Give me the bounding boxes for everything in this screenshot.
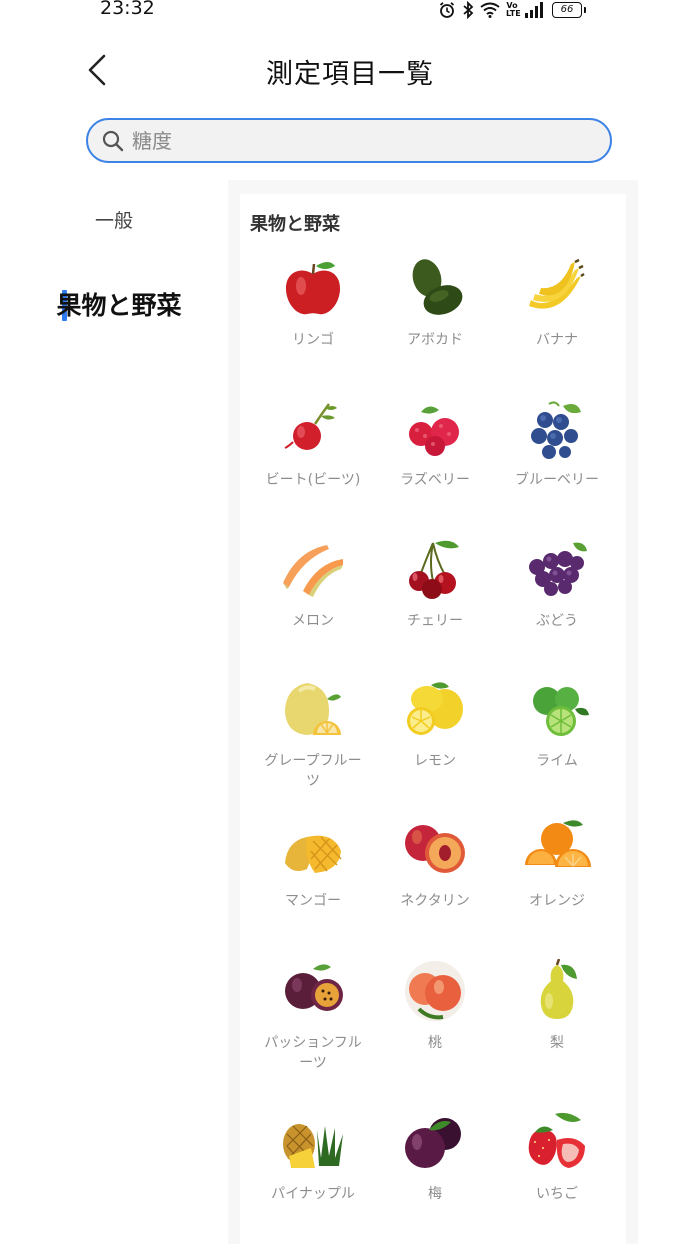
item-label: パイナップル bbox=[271, 1186, 355, 1202]
lime-icon bbox=[533, 687, 589, 736]
grid-item-grapefruit[interactable]: グレープフルーツ bbox=[252, 677, 374, 791]
banana-icon bbox=[529, 258, 585, 309]
grid-item-plum[interactable]: 梅 bbox=[374, 1110, 496, 1204]
grid-item-banana[interactable]: バナナ bbox=[496, 256, 618, 350]
grid-item-orange[interactable]: オレンジ bbox=[496, 817, 618, 911]
orange-icon bbox=[525, 820, 591, 867]
item-label: 梅 bbox=[428, 1186, 442, 1202]
grid-item-grape[interactable]: ぶどう bbox=[496, 537, 618, 631]
grid-item-avocado[interactable]: アボカド bbox=[374, 256, 496, 350]
passion-fruit-icon bbox=[285, 964, 343, 1011]
grid-item-lime[interactable]: ライム bbox=[496, 677, 618, 771]
item-label: ぶどう bbox=[536, 613, 578, 629]
avocado-icon bbox=[412, 259, 463, 315]
raspberry-icon bbox=[409, 406, 459, 456]
pear-icon bbox=[540, 959, 577, 1019]
battery-icon: 66 bbox=[552, 2, 586, 18]
category-item-general[interactable]: 一般 bbox=[0, 206, 228, 233]
item-label: チェリー bbox=[407, 613, 463, 629]
item-label: 梨 bbox=[550, 1035, 564, 1051]
item-label: メロン bbox=[292, 613, 334, 629]
content-panel: 果物と野菜 リンゴ アボカド バナナ ビート(ビーツ) ラズベリー ブルーベリー… bbox=[228, 180, 638, 1254]
status-time: 23:32 bbox=[100, 0, 155, 19]
grid-item-pear[interactable]: 梨 bbox=[496, 959, 618, 1053]
item-label: オレンジ bbox=[529, 893, 585, 909]
mango-icon bbox=[285, 835, 342, 873]
search-bar[interactable] bbox=[86, 118, 612, 163]
peach-icon bbox=[405, 961, 465, 1021]
item-label: レモン bbox=[414, 753, 456, 769]
item-label: ライム bbox=[536, 753, 578, 769]
item-label: リンゴ bbox=[292, 332, 334, 348]
item-label: アボカド bbox=[407, 332, 463, 348]
strawberry-icon bbox=[528, 1112, 585, 1168]
bluetooth-icon bbox=[463, 1, 474, 19]
grid-item-cherry[interactable]: チェリー bbox=[374, 537, 496, 631]
grid-item-beet[interactable]: ビート(ビーツ) bbox=[252, 396, 374, 490]
blueberry-icon bbox=[531, 401, 581, 459]
grid-item-peach[interactable]: 桃 bbox=[374, 959, 496, 1053]
grid-item-melon[interactable]: メロン bbox=[252, 537, 374, 631]
item-label: いちご bbox=[536, 1186, 578, 1202]
volte-icon: Vo LTE bbox=[506, 1, 521, 18]
grid-item-lemon[interactable]: レモン bbox=[374, 677, 496, 771]
search-icon bbox=[102, 130, 124, 151]
grid-item-passion-fruit[interactable]: パッションフルーツ bbox=[252, 959, 374, 1073]
category-item-fruits-vegetables[interactable]: 果物と野菜 bbox=[0, 286, 228, 322]
grape-icon bbox=[529, 542, 587, 596]
item-label: 桃 bbox=[428, 1035, 442, 1051]
grid-item-mango[interactable]: マンゴー bbox=[252, 817, 374, 911]
cherry-icon bbox=[409, 540, 459, 599]
grid-item-blueberry[interactable]: ブルーベリー bbox=[496, 396, 618, 490]
plum-icon bbox=[405, 1118, 461, 1168]
lemon-icon bbox=[407, 682, 463, 735]
grid-item-raspberry[interactable]: ラズベリー bbox=[374, 396, 496, 490]
content-card: 果物と野菜 リンゴ アボカド バナナ ビート(ビーツ) ラズベリー ブルーベリー… bbox=[240, 194, 626, 1254]
grapefruit-icon bbox=[285, 683, 341, 735]
category-sidebar: 一般 果物と野菜 bbox=[0, 180, 228, 1244]
item-label: ネクタリン bbox=[400, 893, 470, 909]
item-label: バナナ bbox=[536, 332, 578, 348]
beet-icon bbox=[284, 403, 337, 450]
item-label: ビート(ビーツ) bbox=[265, 472, 361, 488]
grid-item-nectarine[interactable]: ネクタリン bbox=[374, 817, 496, 911]
status-bar: 23:32 Vo LTE 66 bbox=[0, 0, 700, 24]
item-label: ブルーベリー bbox=[515, 472, 599, 488]
item-label: マンゴー bbox=[285, 893, 341, 909]
grid-item-apple[interactable]: リンゴ bbox=[252, 256, 374, 350]
melon-icon bbox=[283, 545, 343, 597]
section-title: 果物と野菜 bbox=[250, 214, 340, 235]
apple-icon bbox=[285, 262, 341, 315]
signal-icon bbox=[525, 2, 543, 18]
alarm-icon bbox=[439, 2, 455, 18]
page-title: 測定項目一覧 bbox=[266, 59, 434, 90]
grid-item-pineapple[interactable]: パイナップル bbox=[252, 1110, 374, 1204]
nectarine-icon bbox=[405, 825, 465, 873]
item-label: ラズベリー bbox=[400, 472, 470, 488]
grid-item-strawberry[interactable]: いちご bbox=[496, 1110, 618, 1204]
wifi-icon bbox=[480, 2, 500, 18]
item-label: グレープフルーツ bbox=[264, 753, 362, 789]
status-icons: Vo LTE 66 bbox=[438, 0, 586, 20]
pineapple-icon bbox=[283, 1124, 343, 1168]
search-input[interactable] bbox=[130, 127, 554, 154]
item-label: パッションフルーツ bbox=[264, 1035, 362, 1071]
